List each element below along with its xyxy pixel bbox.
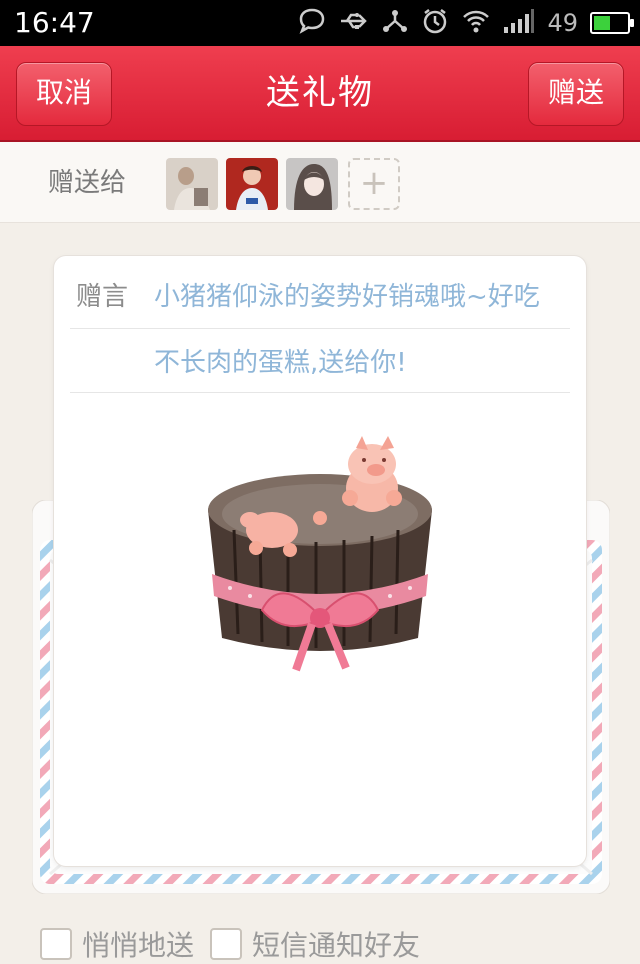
cancel-button[interactable]: 取消 bbox=[16, 62, 112, 126]
usb-icon bbox=[339, 9, 369, 37]
recipients-label: 赠送给 bbox=[48, 168, 127, 198]
alarm-icon bbox=[421, 7, 449, 39]
message-divider-2 bbox=[70, 392, 570, 393]
option-sms[interactable]: 短信通知好友 bbox=[210, 924, 420, 964]
secret-send-checkbox[interactable] bbox=[40, 928, 72, 960]
wifi-icon bbox=[461, 8, 491, 38]
pig-cake-image[interactable] bbox=[190, 424, 450, 686]
message-text-line-2[interactable]: 不长肉的蛋糕,送给你! bbox=[154, 342, 407, 379]
title-bar: 送礼物 取消 赠送 bbox=[0, 46, 640, 142]
chat-icon bbox=[297, 6, 327, 40]
message-text-line-1[interactable]: 小猪猪仰泳的姿势好销魂哦~好吃 bbox=[154, 276, 540, 313]
status-bar: 16:47 49 bbox=[0, 0, 640, 46]
status-time: 16:47 bbox=[14, 6, 95, 39]
recipients-row: 赠送给 + bbox=[0, 142, 640, 223]
gift-message-card: 赠言 小猪猪仰泳的姿势好销魂哦~好吃 不长肉的蛋糕,送给你! bbox=[54, 256, 586, 866]
option-secret[interactable]: 悄悄地送 bbox=[40, 924, 194, 964]
signal-icon bbox=[503, 9, 535, 37]
sms-notify-checkbox[interactable] bbox=[210, 928, 243, 960]
sms-notify-label: 短信通知好友 bbox=[252, 929, 421, 962]
message-divider-1 bbox=[70, 328, 570, 329]
message-label: 赠言 bbox=[76, 282, 129, 312]
battery-icon bbox=[590, 12, 634, 34]
share-icon bbox=[381, 7, 409, 39]
recipient-avatar-2[interactable] bbox=[226, 158, 278, 210]
send-button[interactable]: 赠送 bbox=[528, 62, 624, 126]
battery-level: 49 bbox=[547, 9, 578, 37]
recipient-avatar-3[interactable] bbox=[286, 158, 338, 210]
send-options: 悄悄地送 短信通知好友 bbox=[40, 924, 420, 964]
recipient-avatar-1[interactable] bbox=[166, 158, 218, 210]
secret-send-label: 悄悄地送 bbox=[82, 929, 195, 962]
status-icons: 49 bbox=[297, 6, 634, 40]
add-recipient-button[interactable]: + bbox=[348, 158, 400, 210]
